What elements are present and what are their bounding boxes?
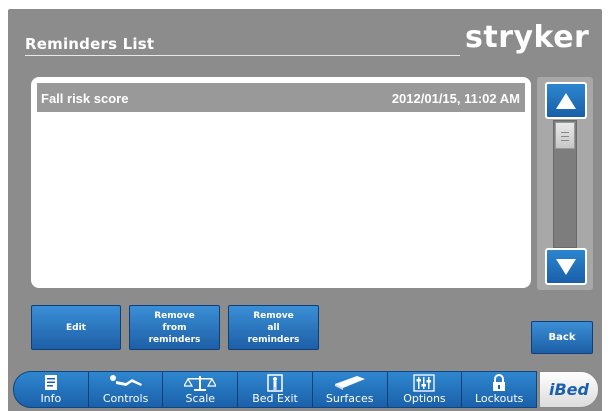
scroll-down-button[interactable]: [545, 248, 587, 285]
sliders-icon: [413, 374, 436, 392]
scroll-up-button[interactable]: [545, 82, 587, 119]
remove-from-reminders-button[interactable]: Remove from reminders: [129, 305, 220, 350]
reminder-datetime: 2012/01/15, 11:02 AM: [391, 91, 520, 106]
patient-bed-icon: [109, 375, 142, 386]
tab-surfaces[interactable]: Surfaces: [313, 372, 388, 407]
page-title: Reminders List: [25, 35, 155, 53]
tab-info[interactable]: Info: [14, 372, 89, 407]
tab-bed-exit[interactable]: Bed Exit: [238, 372, 313, 407]
tab-label: Scale: [185, 392, 216, 405]
tab-label: Controls: [102, 392, 149, 405]
bed-exit-icon: [267, 374, 283, 392]
tab-label: Lockouts: [474, 392, 524, 405]
tab-label: Surfaces: [325, 392, 374, 405]
reminder-name: Fall risk score: [41, 91, 129, 106]
reminders-list: Fall risk score 2012/01/15, 11:02 AM: [31, 77, 531, 288]
ibed-button[interactable]: iBed: [539, 371, 599, 408]
stryker-logo: stryker: [465, 20, 590, 55]
document-icon: [44, 375, 57, 390]
tab-label: Bed Exit: [252, 392, 298, 405]
down-arrow-icon: [556, 258, 576, 275]
tab-lockouts[interactable]: Lockouts: [462, 372, 536, 407]
tab-label: Options: [403, 392, 446, 405]
tab-controls[interactable]: Controls: [89, 372, 164, 407]
back-button[interactable]: Back: [531, 321, 593, 354]
title-underline: [25, 55, 460, 56]
edit-button[interactable]: Edit: [31, 305, 121, 350]
tab-label: Info: [40, 392, 62, 405]
tab-options[interactable]: Options: [388, 372, 463, 407]
lock-icon: [493, 374, 506, 391]
remove-all-reminders-button[interactable]: Remove all reminders: [228, 305, 319, 350]
scroll-thumb[interactable]: [555, 122, 575, 149]
scale-icon: [184, 376, 217, 391]
tab-scale[interactable]: Scale: [163, 372, 239, 407]
mattress-icon: [334, 376, 365, 390]
tab-bar: Info Controls Scale Bed Exit Surfaces Op…: [13, 371, 537, 408]
list-item[interactable]: Fall risk score 2012/01/15, 11:02 AM: [37, 83, 525, 112]
up-arrow-icon: [556, 92, 576, 109]
